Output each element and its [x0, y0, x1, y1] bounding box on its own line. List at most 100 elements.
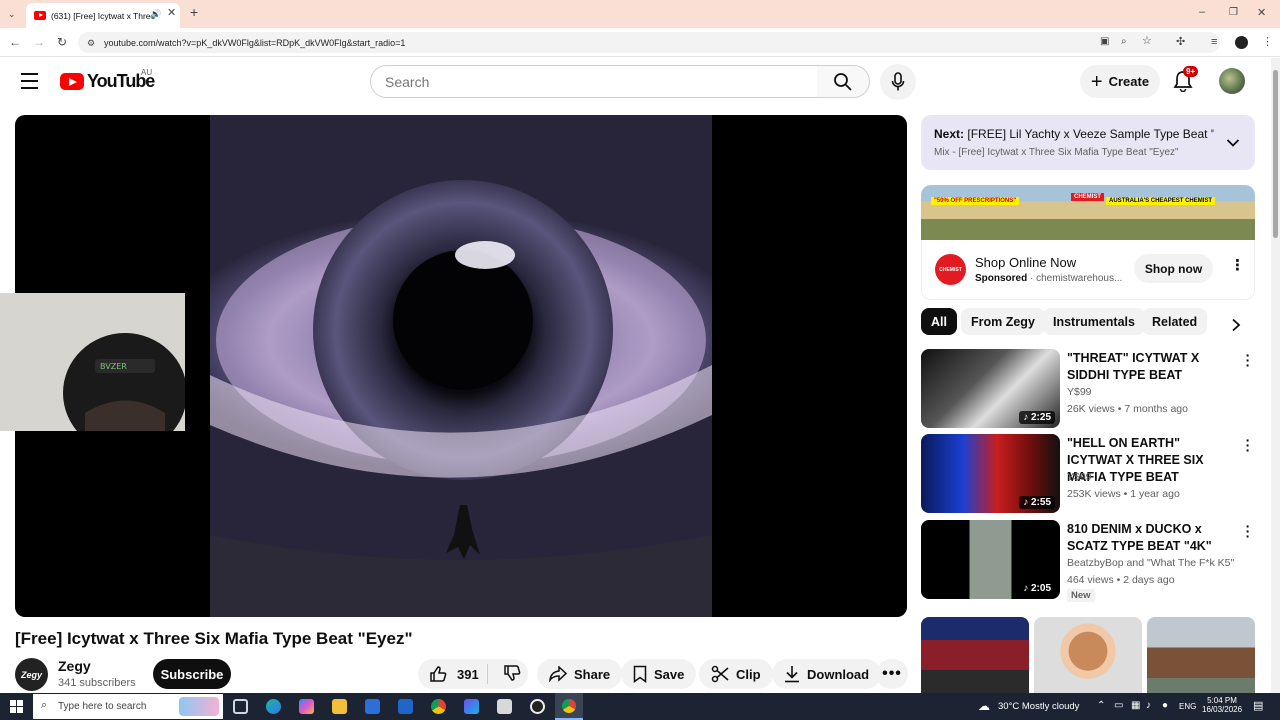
item-menu-icon[interactable]: · · · [1243, 519, 1253, 543]
chip-all[interactable]: All [921, 308, 957, 335]
tab-search-icon[interactable]: ⌄ [8, 8, 16, 20]
recommendation-item[interactable]: ♪ 2:25 "THREAT" ICYTWAT X SIDDHI TYPE BE… [921, 348, 1261, 429]
clock[interactable]: 5:04 PM 16/03/2026 [1202, 696, 1242, 714]
browser-menu-icon[interactable]: ⋮ [1262, 36, 1273, 48]
like-button[interactable]: 391 [418, 664, 488, 684]
copilot-icon[interactable] [299, 699, 314, 714]
channel-avatar[interactable]: Zegy [15, 658, 48, 691]
item-menu-icon[interactable]: · · · [1243, 348, 1253, 372]
mail-icon[interactable] [398, 699, 413, 714]
file-explorer-icon[interactable] [332, 699, 347, 714]
video-thumbnail[interactable]: ♪ 2:55 [921, 434, 1060, 513]
voice-search-button[interactable] [880, 64, 916, 100]
search-input[interactable]: Search [370, 65, 818, 98]
new-tab-icon[interactable]: + [190, 5, 198, 19]
tray-chevron-icon[interactable]: ⌃ [1097, 700, 1105, 711]
duration-badge: ♪ 2:05 [1019, 582, 1055, 595]
share-button[interactable]: Share [537, 659, 623, 689]
item-menu-icon[interactable]: · · · [1243, 433, 1253, 457]
language-indicator[interactable]: ENG [1179, 702, 1196, 711]
recommendation-title[interactable]: 810 DENIM x DUCKO x SCATZ TYPE BEAT "4K" [1067, 521, 1237, 555]
recommendation-channel[interactable]: BeatzbyBop and "What The F*k K5" [1067, 557, 1234, 569]
recommendation-item[interactable]: ♪ 2:05 810 DENIM x DUCKO x SCATZ TYPE BE… [921, 519, 1261, 606]
scrollbar-thumb[interactable] [1273, 70, 1278, 238]
recommendation-channel[interactable]: Y$99 [1067, 386, 1092, 398]
recommendation-title[interactable]: "THREAT" ICYTWAT X SIDDHI TYPE BEAT [1067, 350, 1237, 384]
app-icon[interactable] [464, 699, 479, 714]
chip-related[interactable]: Related [1142, 308, 1208, 335]
reload-icon[interactable]: ↻ [57, 36, 67, 48]
subscribe-button[interactable]: Subscribe [153, 659, 231, 689]
ad-card[interactable]: CHEMIST Shop Online Now Sponsored · chem… [921, 240, 1255, 300]
network-icon[interactable]: ▦ [1131, 700, 1140, 711]
obs-icon[interactable] [530, 699, 545, 714]
short-thumbnail[interactable] [921, 617, 1029, 693]
youtube-masthead: YouTube AU Search + Create 9+ [0, 58, 1270, 106]
edge-icon[interactable] [266, 699, 281, 714]
recommendation-channel[interactable]: Y$99 [1067, 471, 1092, 483]
chrome-icon[interactable] [431, 699, 446, 714]
more-actions-button[interactable]: ••• [876, 659, 908, 689]
minimize-icon[interactable]: – [1199, 6, 1205, 18]
store-icon[interactable] [365, 699, 380, 714]
chevron-right-icon[interactable] [1231, 318, 1241, 332]
forward-icon[interactable]: → [33, 36, 45, 48]
hamburger-menu-icon[interactable] [21, 73, 38, 89]
windows-start-icon[interactable] [10, 700, 23, 713]
weather-icon[interactable]: ☁ [978, 699, 990, 713]
recommendation-item[interactable]: ♪ 2:55 "HELL ON EARTH" ICYTWAT X THREE S… [921, 433, 1261, 514]
up-next-panel[interactable]: Next: [FREE] Lil Yachty x Veeze Sample T… [921, 115, 1255, 170]
short-thumbnail[interactable] [1147, 617, 1255, 693]
ad-banner-image[interactable]: "50% OFF PRESCRIPTIONS" CHEMIST AUSTRALI… [921, 185, 1255, 240]
video-thumbnail[interactable]: ♪ 2:25 [921, 349, 1060, 428]
chip-instrumentals[interactable]: Instrumentals [1043, 308, 1145, 335]
chevron-down-icon[interactable] [1226, 138, 1240, 148]
ad-cta-button[interactable]: Shop now [1134, 254, 1213, 283]
short-thumbnail[interactable] [1034, 617, 1142, 693]
address-bar[interactable]: ⚙ youtube.com/watch?v=pK_dkVW0Flg&list=R… [78, 32, 1220, 53]
url-text: youtube.com/watch?v=pK_dkVW0Flg&list=RDp… [104, 37, 406, 48]
download-button[interactable]: Download [772, 659, 882, 689]
tab-audio-icon[interactable]: 🔊 [150, 8, 161, 20]
sponsored-label: Sponsored [975, 273, 1028, 284]
clip-button[interactable]: Clip [699, 659, 773, 689]
thumbs-up-icon [430, 666, 447, 682]
recommendation-title[interactable]: "HELL ON EARTH" ICYTWAT X THREE SIX MAFI… [1067, 435, 1237, 486]
save-button[interactable]: Save [621, 659, 697, 689]
volume-icon[interactable]: ♪ [1146, 700, 1151, 711]
task-view-icon[interactable] [233, 699, 248, 714]
chip-from-zegy[interactable]: From Zegy [961, 308, 1045, 335]
ad-more-icon[interactable]: ⋮ [1230, 258, 1245, 273]
tray-app-icon[interactable]: ▭ [1114, 700, 1123, 711]
back-icon[interactable]: ← [9, 36, 21, 48]
cast-icon[interactable]: ▣ [1100, 36, 1109, 48]
like-dislike-group: 391 [418, 659, 528, 689]
extensions-icon[interactable]: ✣ [1176, 36, 1185, 48]
new-badge: New [1067, 589, 1095, 602]
active-chrome-task[interactable] [555, 693, 583, 720]
mic-tray-icon[interactable]: ● [1162, 700, 1168, 711]
site-info-icon[interactable]: ⚙ [87, 37, 95, 49]
restore-icon[interactable]: ❐ [1229, 7, 1238, 19]
create-label: Create [1108, 74, 1150, 89]
app-icon[interactable] [497, 699, 512, 714]
youtube-logo-icon[interactable] [60, 73, 84, 90]
thumbs-down-icon [504, 664, 521, 681]
video-thumbnail[interactable]: ♪ 2:05 [921, 520, 1060, 599]
zoom-icon[interactable]: ⌕ [1121, 36, 1127, 48]
profile-icon[interactable] [1235, 36, 1248, 49]
dislike-button[interactable] [495, 664, 521, 685]
taskbar-search-input[interactable]: ⌕ Type here to search [33, 694, 223, 719]
bookmark-star-icon[interactable]: ☆ [1142, 35, 1152, 47]
page-scrollbar[interactable] [1271, 58, 1280, 693]
notification-center-icon[interactable]: ▤ [1253, 699, 1263, 712]
tab-close-icon[interactable]: ✕ [167, 7, 176, 19]
channel-name[interactable]: Zegy [58, 658, 91, 674]
create-button[interactable]: + Create [1080, 65, 1160, 98]
window-close-icon[interactable]: ✕ [1257, 7, 1266, 19]
reading-list-icon[interactable]: ≡ [1211, 36, 1217, 48]
account-avatar[interactable] [1219, 68, 1245, 94]
search-button[interactable] [817, 65, 870, 98]
weather-text[interactable]: 30°C Mostly cloudy [998, 701, 1079, 712]
notifications-button[interactable]: 9+ [1173, 66, 1199, 97]
